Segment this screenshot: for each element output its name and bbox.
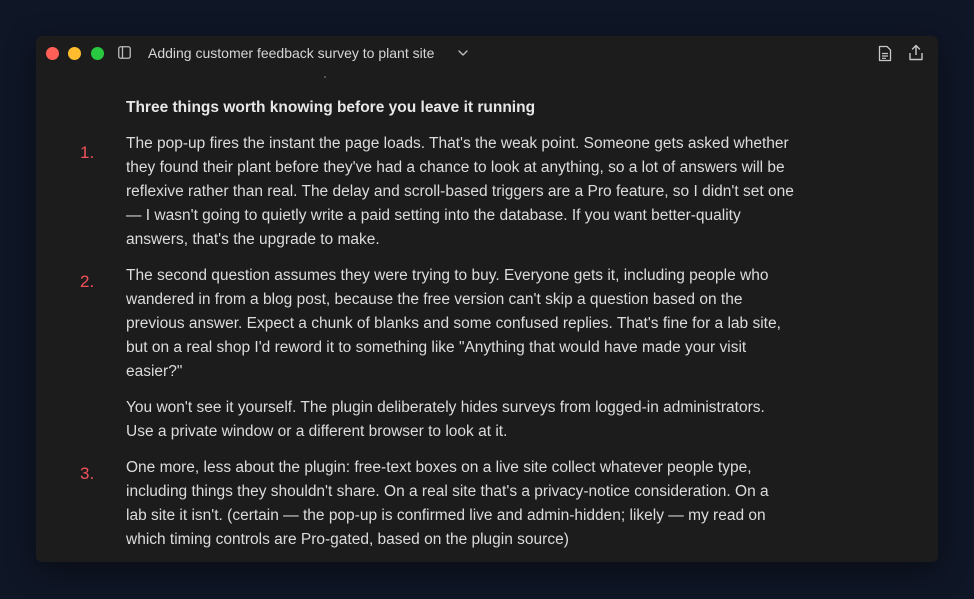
close-window-button[interactable] (46, 47, 59, 60)
sidebar-toggle-icon[interactable] (118, 46, 131, 59)
conversation-window: Adding customer feedback survey to plant… (36, 36, 938, 562)
text-line: including things they shouldn't share. O… (126, 483, 769, 500)
list-number: 1. (80, 143, 95, 162)
text-line: previous answer. Expect a chunk of blank… (126, 315, 781, 332)
text-line: Use a private window or a different brow… (126, 423, 508, 440)
text-line: lab site it isn't. (certain — the pop-up… (126, 507, 766, 524)
paragraph: You won't see it yourself. The plugin de… (126, 396, 838, 444)
text-line: wandered in from a blog post, because th… (126, 291, 743, 308)
section-heading: Three things worth knowing before you le… (126, 99, 536, 116)
minimize-window-button[interactable] (68, 47, 81, 60)
conversation-title[interactable]: Adding customer feedback survey to plant… (148, 45, 434, 61)
chevron-down-icon[interactable] (457, 47, 469, 59)
text-line: — I wasn't going to quietly write a paid… (126, 207, 741, 224)
title-bar: Adding customer feedback survey to plant… (36, 36, 938, 70)
text-line: One more, less about the plugin: free-te… (126, 459, 752, 476)
list-item: The pop-up fires the instant the page lo… (126, 132, 838, 252)
list-item: One more, less about the plugin: free-te… (126, 456, 838, 552)
list-item: The second question assumes they were tr… (126, 264, 838, 384)
text-line: which timing controls are Pro-gated, bas… (126, 531, 569, 548)
text-line: but on a real shop I'd reword it to some… (126, 339, 747, 356)
maximize-window-button[interactable] (91, 47, 104, 60)
document-icon[interactable] (878, 45, 892, 62)
list-number: 3. (80, 464, 95, 483)
text-line: You won't see it yourself. The plugin de… (126, 399, 765, 416)
text-line: The pop-up fires the instant the page lo… (126, 135, 789, 152)
text-line: they found their plant before they've ha… (126, 159, 785, 176)
list-number: 2. (80, 272, 95, 291)
text-line: reflexive rather than real. The delay an… (126, 183, 794, 200)
text-line: The second question assumes they were tr… (126, 267, 769, 284)
text-line: easier?" (126, 363, 183, 380)
divider-mark (324, 76, 326, 78)
text-line: answers, that's the upgrade to make. (126, 231, 380, 248)
share-icon[interactable] (908, 44, 924, 61)
